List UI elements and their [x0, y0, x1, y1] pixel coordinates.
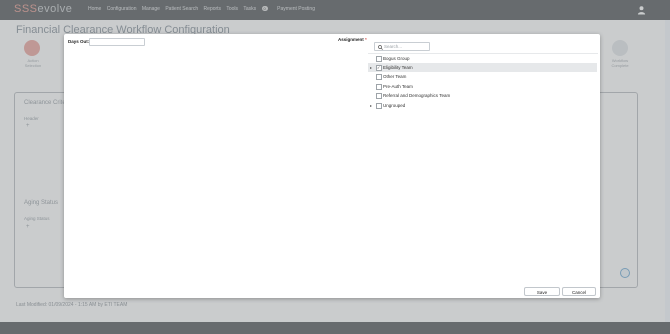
assignment-search[interactable] — [374, 42, 430, 51]
expand-caret-icon[interactable]: ▸ — [370, 103, 372, 108]
search-icon — [378, 44, 383, 50]
expand-caret-icon[interactable]: ▸ — [370, 65, 372, 70]
tree-item-label: Referral and Demographics Team — [383, 93, 451, 98]
tree-item-eligibility-team[interactable]: ▸ ✓ Eligibility Team — [368, 63, 597, 72]
checkbox[interactable] — [376, 74, 382, 80]
tree-item-label: Pre-Auth Team — [383, 84, 413, 89]
check-icon: ✓ — [377, 64, 381, 70]
tree-item-pre-auth-team[interactable]: Pre-Auth Team — [368, 82, 597, 91]
tree-item-bogus-group[interactable]: Bogus Group — [368, 54, 597, 63]
tree-item-ungrouped[interactable]: ▸ Ungrouped — [368, 101, 597, 110]
checkbox[interactable] — [376, 103, 382, 109]
tree-item-referral-demographics-team[interactable]: Referral and Demographics Team — [368, 91, 597, 100]
scrollbar-thumb[interactable] — [665, 20, 670, 322]
cancel-button[interactable]: Cancel — [562, 287, 596, 296]
days-out-input[interactable] — [89, 38, 145, 46]
checkbox[interactable]: ✓ — [376, 65, 382, 71]
days-out-label: Days Out: — [68, 39, 90, 44]
assignment-label: Assignment * — [338, 37, 367, 42]
tree-item-other-team[interactable]: Other Team — [368, 72, 597, 81]
save-button[interactable]: Save — [524, 287, 560, 296]
tree-item-label: Other Team — [383, 74, 407, 79]
checkbox[interactable] — [376, 93, 382, 99]
tree-item-label: Ungrouped — [383, 103, 406, 108]
search-input[interactable] — [384, 43, 429, 50]
tree-item-label: Bogus Group — [383, 56, 410, 61]
checkbox[interactable] — [376, 84, 382, 90]
required-marker: * — [365, 37, 367, 42]
tree-item-label: Eligibility Team — [383, 65, 413, 70]
checkbox[interactable] — [376, 56, 382, 62]
